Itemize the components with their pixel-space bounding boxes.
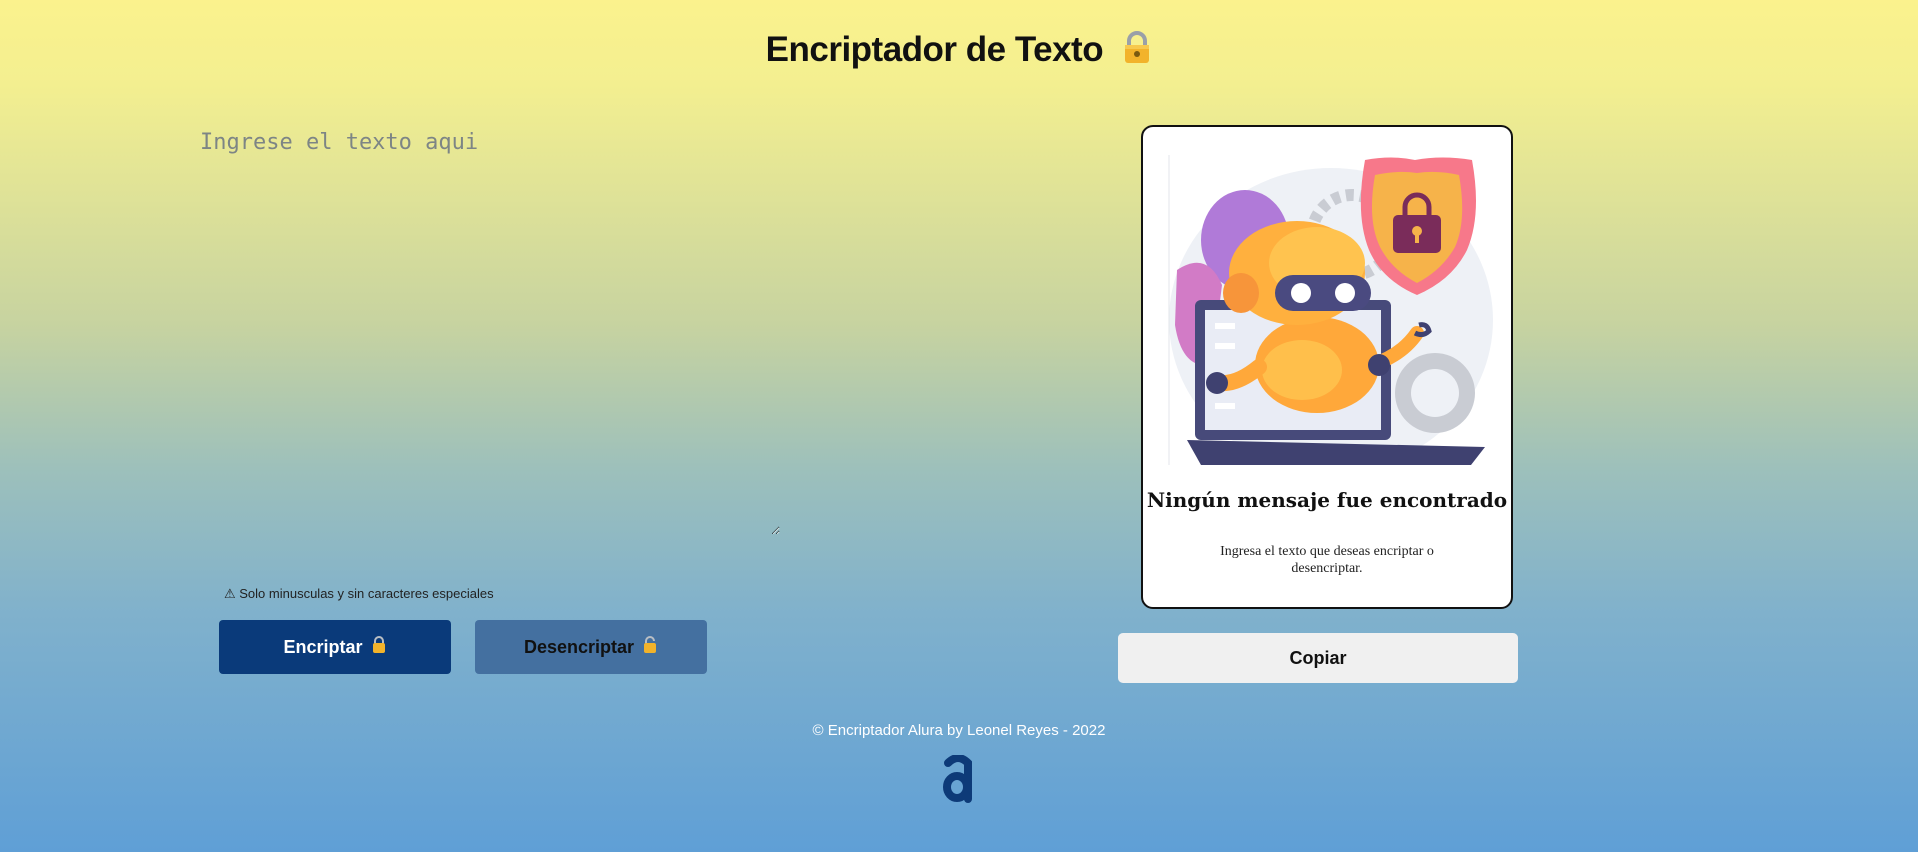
text-input[interactable] bbox=[200, 130, 780, 535]
output-card: Ningún mensaje fue encontrado Ingresa el… bbox=[1141, 125, 1513, 609]
lock-icon bbox=[371, 635, 387, 659]
robot-with-lock-illustration bbox=[1168, 155, 1493, 465]
copy-button[interactable]: Copiar bbox=[1118, 633, 1518, 683]
page-title-text: Encriptador de Texto bbox=[765, 30, 1104, 69]
decrypt-button[interactable]: Desencriptar bbox=[475, 620, 707, 674]
lock-icon bbox=[1122, 31, 1152, 74]
encrypt-button[interactable]: Encriptar bbox=[219, 620, 451, 674]
encrypt-button-label: Encriptar bbox=[283, 636, 363, 657]
unlock-icon bbox=[642, 635, 658, 659]
warning-note: ⚠ Solo minusculas y sin caracteres espec… bbox=[224, 586, 494, 601]
empty-state-description: Ingresa el texto que deseas encriptar o … bbox=[1220, 544, 1434, 576]
alura-logo bbox=[943, 755, 972, 803]
page-title: Encriptador de Texto bbox=[0, 30, 1918, 74]
footer-text: © Encriptador Alura by Leonel Reyes - 20… bbox=[812, 722, 1106, 739]
empty-state-title: Ningún mensaje fue encontrado bbox=[1146, 488, 1508, 512]
decrypt-button-label: Desencriptar bbox=[523, 636, 635, 657]
